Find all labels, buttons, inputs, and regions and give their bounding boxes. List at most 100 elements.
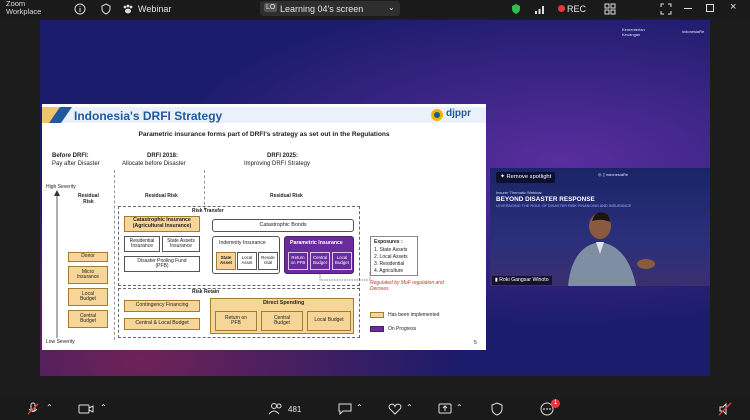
shield-icon[interactable] <box>100 3 112 15</box>
djppr-logo: djppr <box>430 108 482 122</box>
contingency-financing-box: Contingency Financing <box>124 300 200 312</box>
chat-icon[interactable] <box>338 403 352 415</box>
donor-box: Donor <box>68 252 108 262</box>
video-chevron-icon[interactable]: ⌃ <box>100 403 107 412</box>
col2-title: DRFI 2018: <box>147 153 179 159</box>
exposures-box: Exposures : 1. State Assets 2. Local Ass… <box>370 236 418 276</box>
slide-notes: • Regulations on risk transfer are curren… <box>366 138 486 203</box>
deck-logo-indonesiare: indonesiaRe <box>682 29 705 34</box>
remove-spotlight-label: Remove spotlight <box>506 174 552 180</box>
chevron-down-icon[interactable]: ⌄ <box>388 3 395 12</box>
separator-2 <box>204 170 205 210</box>
share-chevron-icon[interactable]: ⌃ <box>456 403 463 412</box>
note-text: In the initial phase, parametric insuran… <box>370 175 486 203</box>
central-local-budget-box: Central & Local Budget <box>124 318 200 330</box>
residential-box: Reside ntial <box>258 252 278 270</box>
info-icon[interactable] <box>74 3 86 15</box>
direct-return-pfb-box: Return on PFB <box>215 311 257 331</box>
col2-sub: Allocate before Disaster <box>122 161 186 167</box>
high-severity-label: High Severity <box>46 184 76 190</box>
slide-title: Indonesia's DRFI Strategy <box>74 109 223 123</box>
rec-label: REC <box>567 4 587 14</box>
legend-implemented-swatch <box>370 312 384 318</box>
grid-view-icon[interactable] <box>604 3 616 15</box>
col1-sub: Pay after Disaster <box>52 161 100 167</box>
audio-off-icon[interactable] <box>718 402 732 416</box>
direct-spending-label: Direct Spending <box>263 300 305 306</box>
catastrophic-insurance-box: Catastrophic Insurance (Agricultural Ins… <box>124 216 200 232</box>
chat-chevron-icon[interactable]: ⌃ <box>356 403 363 412</box>
participants-icon[interactable] <box>268 402 284 416</box>
legend-progress-label: On Progress <box>388 326 417 332</box>
webinar-label: Webinar <box>138 4 172 14</box>
event-small-title: Insurer Thematic Webinar <box>496 190 542 195</box>
more-badge: 1 <box>551 399 560 408</box>
speaker-video-tile[interactable]: ◎ ▯ indonesiaRe Insurer Thematic Webinar… <box>490 168 710 286</box>
exposures-title: Exposures : <box>374 239 403 245</box>
legend-implemented-label: Has been implemented <box>388 312 440 318</box>
reactions-heart-icon[interactable] <box>388 403 402 415</box>
disaster-pooling-fund-box: Disaster Pooling Fund (PFB) <box>124 256 200 272</box>
residual-risk-label-3: Residual Risk <box>270 193 303 199</box>
mute-mic-icon[interactable] <box>26 402 40 416</box>
exposure-item: 4. Agriculture <box>374 268 404 274</box>
central-budget-box: Central Budget <box>68 310 108 328</box>
video-camera-icon[interactable] <box>78 403 94 415</box>
catastrophic-bonds-box: Catastrophic Bonds <box>212 219 354 232</box>
zoom-app-title: Zoom Workplace <box>6 0 42 16</box>
event-title: BEYOND DISASTER RESPONSE <box>496 196 595 203</box>
zoom-top-bar: Zoom Workplace Webinar LO Learning 04's … <box>0 0 750 18</box>
network-signal-icon[interactable] <box>534 3 546 15</box>
direct-central-budget-box: Central Budget <box>261 311 303 331</box>
micro-insurance-box: Micro Insurance <box>68 266 108 284</box>
low-severity-label: Low Severity <box>46 339 75 345</box>
parametric-insurance-label: Parametric Insurance <box>290 240 343 246</box>
speaker-figure <box>568 212 655 286</box>
col3-sub: Improving DRFI Strategy <box>244 161 311 167</box>
note-bullet: • Regulations on risk transfer are curren… <box>366 138 486 173</box>
minimize-icon[interactable] <box>684 8 692 9</box>
speaker-name: Roki Gangsar Winoto <box>499 277 549 283</box>
risk-transfer-label: Risk Transfer <box>192 208 224 214</box>
exposure-item: 3. Residential <box>374 261 405 267</box>
share-label: Learning 04's screen <box>280 4 364 14</box>
direct-spending-box: Direct Spending Return on PFB Central Bu… <box>210 298 354 334</box>
zoom-bottom-toolbar: ⌃ ⌃ 481 ⌃ ⌃ ⌃ 1 <box>0 398 750 420</box>
djppr-logo-text: djppr <box>446 108 471 119</box>
mic-chevron-icon[interactable]: ⌃ <box>46 403 53 412</box>
reactions-chevron-icon[interactable]: ⌃ <box>406 403 413 412</box>
col3-title: DRFI 2025: <box>267 153 299 159</box>
share-screen-icon[interactable] <box>438 403 452 415</box>
indemnity-insurance-box: Indemnity Insurance State Asset Local As… <box>212 236 280 274</box>
rec-dot-icon <box>558 5 565 12</box>
fullscreen-icon[interactable] <box>660 3 672 15</box>
slide-subtitle: Parametric insurance forms part of DRFI'… <box>138 131 390 138</box>
parametric-insurance-box: Parametric Insurance Return on PFB Centr… <box>284 236 354 274</box>
local-asset-box: Local Asset <box>237 252 257 270</box>
webinar-paw-icon <box>123 4 133 14</box>
close-icon[interactable]: × <box>730 1 736 13</box>
maximize-icon[interactable] <box>706 4 714 12</box>
djppr-emblem-icon <box>431 109 443 121</box>
page-number: 5 <box>474 340 477 346</box>
screen-share-pill[interactable]: LO Learning 04's screen ⌄ <box>260 1 400 16</box>
remove-spotlight-button[interactable]: ✦ Remove spotlight <box>496 172 556 183</box>
speaker-name-tag: ▮ Roki Gangsar Winoto <box>492 276 552 285</box>
participants-count: 481 <box>288 405 302 414</box>
deck-logo-kemenkeu: Kementerian Keuangan <box>622 27 645 37</box>
event-logos: ◎ ▯ indonesiaRe <box>598 172 629 177</box>
share-badge: LO <box>264 3 278 12</box>
security-icon[interactable] <box>490 402 504 416</box>
local-budget-box: Local Budget <box>68 288 108 306</box>
security-shield-icon[interactable] <box>510 3 522 15</box>
param-central-budget-box: Central Budget <box>310 252 330 270</box>
col1-title: Before DRFI: <box>52 153 89 159</box>
residential-insurance-box: Residential Insurance <box>124 236 160 252</box>
param-local-budget-box: Local Budget <box>332 252 352 270</box>
legend-progress-swatch <box>370 326 384 332</box>
state-assets-insurance-box: State Assets Insurance <box>162 236 200 252</box>
indemnity-insurance-label: Indemnity Insurance <box>219 240 266 246</box>
exposure-connector <box>319 272 371 281</box>
exposure-item: 2. Local Assets <box>374 254 408 260</box>
state-asset-box: State Asset <box>216 252 236 270</box>
